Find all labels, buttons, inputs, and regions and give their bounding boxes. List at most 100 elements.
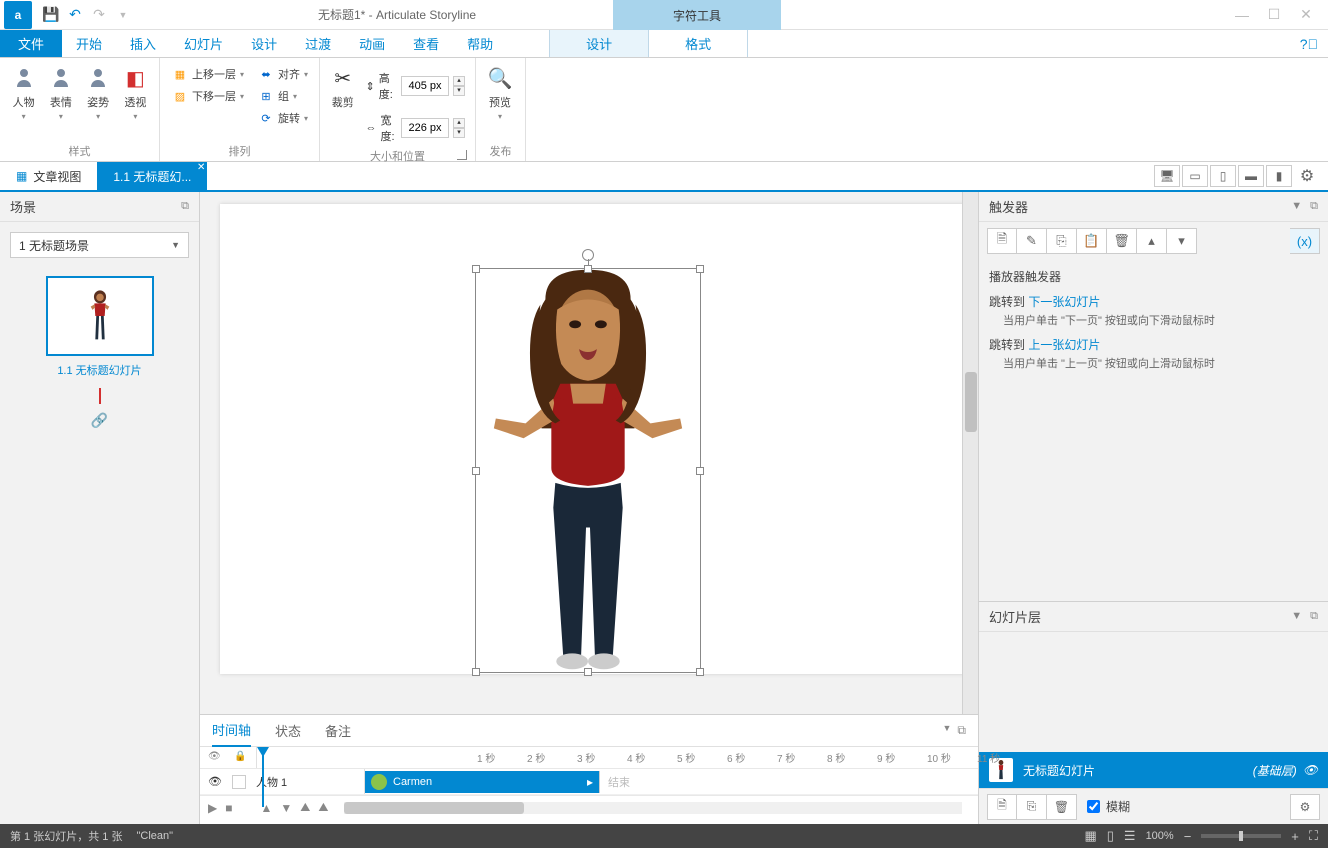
- tab-close-icon[interactable]: ✕: [197, 162, 205, 173]
- minimize-icon[interactable]: —: [1228, 4, 1256, 26]
- perspective-button[interactable]: ◧透视▾: [118, 62, 153, 123]
- zoom-in-icon[interactable]: +: [1291, 829, 1299, 844]
- device-phone-portrait-icon[interactable]: ▮: [1266, 165, 1292, 187]
- fit-window-icon[interactable]: ⛶: [1309, 828, 1318, 844]
- timeline-scrollbar[interactable]: [344, 802, 962, 814]
- trigger-edit-icon[interactable]: ✎: [1017, 228, 1047, 254]
- trigger-paste-icon[interactable]: 📋: [1077, 228, 1107, 254]
- single-view-icon[interactable]: ▯: [1107, 828, 1114, 844]
- layer-settings-icon[interactable]: ⚙: [1290, 794, 1320, 820]
- timeline-clip[interactable]: Carmen▸: [365, 771, 599, 793]
- layer-visible-icon[interactable]: 👁: [1303, 763, 1318, 777]
- view-settings-icon[interactable]: ⚙: [1294, 165, 1320, 187]
- layer-new-icon[interactable]: 🗎: [987, 794, 1017, 820]
- handle-se[interactable]: [696, 668, 704, 676]
- menu-help[interactable]: 帮助: [453, 30, 507, 57]
- base-layer-item[interactable]: 无标题幻灯片 (基础层)👁: [979, 752, 1328, 788]
- menu-view[interactable]: 查看: [399, 30, 453, 57]
- track-visibility-icon[interactable]: 👁: [208, 775, 222, 788]
- blur-checkbox[interactable]: 模糊: [1087, 798, 1130, 815]
- width-up-icon[interactable]: ▴: [453, 118, 465, 128]
- menu-ctx-format[interactable]: 格式: [649, 30, 748, 57]
- group-button[interactable]: ⊞组▾: [254, 86, 312, 106]
- crop-button[interactable]: ✂裁剪: [326, 62, 360, 112]
- width-down-icon[interactable]: ▾: [453, 128, 465, 138]
- undo-icon[interactable]: ↶: [64, 4, 86, 26]
- timeline-popout-icon[interactable]: ⧉: [957, 723, 966, 738]
- send-backward-button[interactable]: ▨下移一层▾: [168, 86, 248, 106]
- menu-animation[interactable]: 动画: [345, 30, 399, 57]
- triggers-popout-icon[interactable]: ⧉: [1310, 200, 1318, 213]
- expression-button[interactable]: 表情▾: [43, 62, 78, 123]
- menu-ctx-design[interactable]: 设计: [549, 30, 649, 57]
- zoom-in-timeline-icon[interactable]: ⛰: [318, 800, 328, 815]
- close-icon[interactable]: ✕: [1292, 4, 1320, 26]
- scene-dropdown[interactable]: 1 无标题场景▼: [10, 232, 189, 258]
- selection-box[interactable]: [475, 268, 701, 673]
- trigger-delete-icon[interactable]: 🗑: [1107, 228, 1137, 254]
- visibility-column-icon[interactable]: 👁: [208, 751, 222, 765]
- move-down-icon[interactable]: ▼: [280, 801, 292, 815]
- trigger-item[interactable]: 跳转到 上一张幻灯片 当用户单击 "上一页" 按钮或向上滑动鼠标时: [989, 336, 1318, 371]
- panel-popout-icon[interactable]: ⧉: [181, 200, 189, 213]
- preview-button[interactable]: 🔍预览▾: [482, 62, 518, 123]
- menu-transition[interactable]: 过渡: [291, 30, 345, 57]
- save-icon[interactable]: 💾: [40, 4, 62, 26]
- height-up-icon[interactable]: ▴: [453, 76, 465, 86]
- menu-file[interactable]: 文件: [0, 30, 62, 57]
- tab-slide[interactable]: 1.1 无标题幻...✕: [97, 162, 207, 190]
- track-header[interactable]: 👁人物 1: [200, 769, 365, 794]
- tab-notes[interactable]: 备注: [325, 715, 351, 746]
- vertical-scrollbar[interactable]: [962, 192, 978, 714]
- height-input[interactable]: [401, 76, 449, 96]
- handle-sw[interactable]: [472, 668, 480, 676]
- rotate-button[interactable]: ⟳旋转▾: [254, 108, 312, 128]
- handle-ne[interactable]: [696, 265, 704, 273]
- triggers-menu-icon[interactable]: ▼: [1291, 200, 1302, 213]
- handle-nw[interactable]: [472, 265, 480, 273]
- height-down-icon[interactable]: ▾: [453, 86, 465, 96]
- device-tablet-portrait-icon[interactable]: ▯: [1210, 165, 1236, 187]
- bring-forward-button[interactable]: ▦上移一层▾: [168, 64, 248, 84]
- qat-dropdown-icon[interactable]: ▼: [112, 4, 134, 26]
- menu-slide[interactable]: 幻灯片: [170, 30, 237, 57]
- slide-thumbnail[interactable]: 1.1 无标题幻灯片 🔗: [0, 268, 199, 437]
- device-tablet-landscape-icon[interactable]: ▭: [1182, 165, 1208, 187]
- redo-icon[interactable]: ↷: [88, 4, 110, 26]
- align-button[interactable]: ⬌对齐▾: [254, 64, 312, 84]
- handle-s[interactable]: [584, 668, 592, 676]
- zoom-out-timeline-icon[interactable]: ⛰: [300, 800, 310, 815]
- character-button[interactable]: 人物▾: [6, 62, 41, 123]
- handle-n[interactable]: [584, 265, 592, 273]
- device-desktop-icon[interactable]: 🖥: [1154, 165, 1180, 187]
- menu-home[interactable]: 开始: [62, 30, 116, 57]
- handle-w[interactable]: [472, 467, 480, 475]
- menu-design[interactable]: 设计: [237, 30, 291, 57]
- stop-icon[interactable]: ■: [225, 801, 232, 815]
- width-input[interactable]: [401, 118, 449, 138]
- lock-column-icon[interactable]: 🔒: [234, 751, 248, 765]
- size-launcher-icon[interactable]: [457, 150, 467, 160]
- trigger-down-icon[interactable]: ▾: [1167, 228, 1197, 254]
- zoom-out-icon[interactable]: −: [1184, 829, 1192, 844]
- tab-states[interactable]: 状态: [275, 715, 301, 746]
- canvas[interactable]: [200, 192, 962, 714]
- menu-insert[interactable]: 插入: [116, 30, 170, 57]
- reading-view-icon[interactable]: ☰: [1124, 828, 1136, 844]
- trigger-variables-icon[interactable]: (x): [1290, 228, 1320, 254]
- trigger-up-icon[interactable]: ▴: [1137, 228, 1167, 254]
- layer-delete-icon[interactable]: 🗑: [1047, 794, 1077, 820]
- trigger-new-icon[interactable]: 🗎: [987, 228, 1017, 254]
- trigger-copy-icon[interactable]: ⎘: [1047, 228, 1077, 254]
- device-phone-landscape-icon[interactable]: ▬: [1238, 165, 1264, 187]
- timeline-menu-icon[interactable]: ▼: [943, 723, 952, 738]
- tab-timeline[interactable]: 时间轴: [212, 714, 251, 747]
- grid-view-icon[interactable]: ▦: [1084, 828, 1096, 844]
- trigger-item[interactable]: 跳转到 下一张幻灯片 当用户单击 "下一页" 按钮或向下滑动鼠标时: [989, 293, 1318, 328]
- track-lock-icon[interactable]: [232, 775, 246, 789]
- pose-button[interactable]: 姿势▾: [81, 62, 116, 123]
- layers-menu-icon[interactable]: ▼: [1291, 610, 1302, 623]
- layers-popout-icon[interactable]: ⧉: [1310, 610, 1318, 623]
- ruler[interactable]: 1 秒 2 秒 3 秒 4 秒 5 秒 6 秒 7 秒 8 秒 9 秒 10 秒…: [257, 747, 1027, 768]
- handle-e[interactable]: [696, 467, 704, 475]
